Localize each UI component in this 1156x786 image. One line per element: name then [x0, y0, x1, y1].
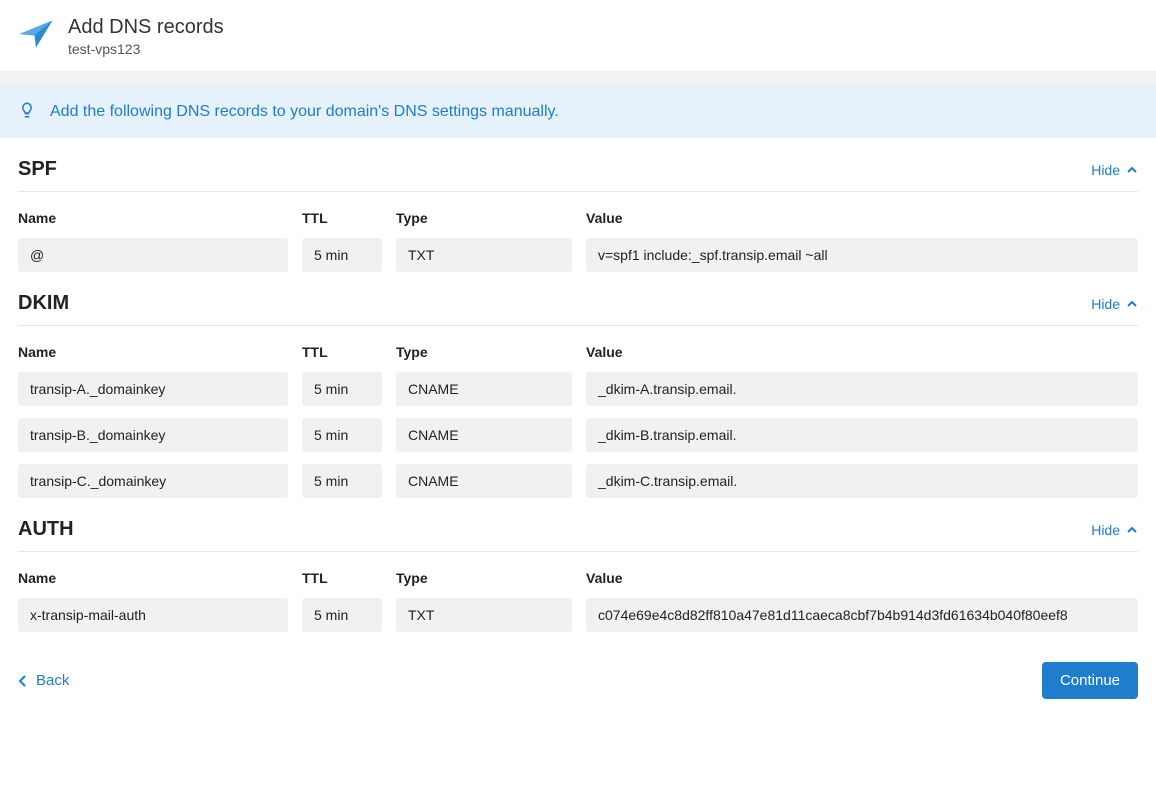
col-value: Value	[586, 210, 1138, 226]
page-subtitle: test-vps123	[68, 41, 224, 57]
hide-toggle-auth[interactable]: Hide	[1091, 522, 1138, 538]
divider-bar	[0, 71, 1156, 85]
cell-type[interactable]: TXT	[396, 238, 572, 272]
col-type: Type	[396, 344, 572, 360]
col-name: Name	[18, 344, 288, 360]
cell-name[interactable]: @	[18, 238, 288, 272]
cell-ttl[interactable]: 5 min	[302, 464, 382, 498]
col-type: Type	[396, 570, 572, 586]
cell-ttl[interactable]: 5 min	[302, 372, 382, 406]
table-row: @ 5 min TXT v=spf1 include:_spf.transip.…	[18, 238, 1138, 272]
cell-value[interactable]: c074e69e4c8d82ff810a47e81d11caeca8cbf7b4…	[586, 598, 1138, 632]
app-logo-icon	[18, 16, 54, 52]
cell-name[interactable]: transip-C._domainkey	[18, 464, 288, 498]
cell-value[interactable]: v=spf1 include:_spf.transip.email ~all	[586, 238, 1138, 272]
section-dkim-title: DKIM	[18, 292, 69, 315]
section-dkim: DKIM Hide Name TTL Type Value transip-A.…	[18, 292, 1138, 498]
lightbulb-icon	[18, 101, 36, 122]
cell-ttl[interactable]: 5 min	[302, 238, 382, 272]
section-auth: AUTH Hide Name TTL Type Value x-transip-…	[18, 518, 1138, 632]
section-auth-title: AUTH	[18, 518, 74, 541]
hide-toggle-spf[interactable]: Hide	[1091, 162, 1138, 178]
section-spf-title: SPF	[18, 158, 57, 181]
cell-type[interactable]: TXT	[396, 598, 572, 632]
table-row: x-transip-mail-auth 5 min TXT c074e69e4c…	[18, 598, 1138, 632]
col-value: Value	[586, 344, 1138, 360]
cell-type[interactable]: CNAME	[396, 464, 572, 498]
cell-value[interactable]: _dkim-A.transip.email.	[586, 372, 1138, 406]
column-headers: Name TTL Type Value	[18, 344, 1138, 360]
continue-button[interactable]: Continue	[1042, 662, 1138, 699]
cell-ttl[interactable]: 5 min	[302, 418, 382, 452]
cell-name[interactable]: transip-B._domainkey	[18, 418, 288, 452]
chevron-up-icon	[1126, 298, 1138, 310]
table-row: transip-B._domainkey 5 min CNAME _dkim-B…	[18, 418, 1138, 452]
back-button[interactable]: Back	[18, 672, 69, 689]
table-row: transip-A._domainkey 5 min CNAME _dkim-A…	[18, 372, 1138, 406]
cell-value[interactable]: _dkim-C.transip.email.	[586, 464, 1138, 498]
cell-name[interactable]: transip-A._domainkey	[18, 372, 288, 406]
col-ttl: TTL	[302, 344, 382, 360]
col-name: Name	[18, 570, 288, 586]
info-banner: Add the following DNS records to your do…	[0, 85, 1156, 138]
col-type: Type	[396, 210, 572, 226]
footer-bar: Back Continue	[0, 644, 1156, 717]
chevron-left-icon	[18, 674, 28, 688]
header-bar: Add DNS records test-vps123	[0, 0, 1156, 71]
col-name: Name	[18, 210, 288, 226]
column-headers: Name TTL Type Value	[18, 570, 1138, 586]
table-row: transip-C._domainkey 5 min CNAME _dkim-C…	[18, 464, 1138, 498]
cell-name[interactable]: x-transip-mail-auth	[18, 598, 288, 632]
col-value: Value	[586, 570, 1138, 586]
column-headers: Name TTL Type Value	[18, 210, 1138, 226]
section-spf: SPF Hide Name TTL Type Value @ 5 min TXT…	[18, 158, 1138, 272]
cell-ttl[interactable]: 5 min	[302, 598, 382, 632]
info-text: Add the following DNS records to your do…	[50, 103, 559, 121]
cell-value[interactable]: _dkim-B.transip.email.	[586, 418, 1138, 452]
page-title: Add DNS records	[68, 16, 224, 39]
col-ttl: TTL	[302, 210, 382, 226]
chevron-up-icon	[1126, 164, 1138, 176]
cell-type[interactable]: CNAME	[396, 418, 572, 452]
col-ttl: TTL	[302, 570, 382, 586]
chevron-up-icon	[1126, 524, 1138, 536]
cell-type[interactable]: CNAME	[396, 372, 572, 406]
hide-toggle-dkim[interactable]: Hide	[1091, 296, 1138, 312]
hide-label: Hide	[1091, 522, 1120, 538]
hide-label: Hide	[1091, 296, 1120, 312]
back-label: Back	[36, 672, 69, 689]
hide-label: Hide	[1091, 162, 1120, 178]
